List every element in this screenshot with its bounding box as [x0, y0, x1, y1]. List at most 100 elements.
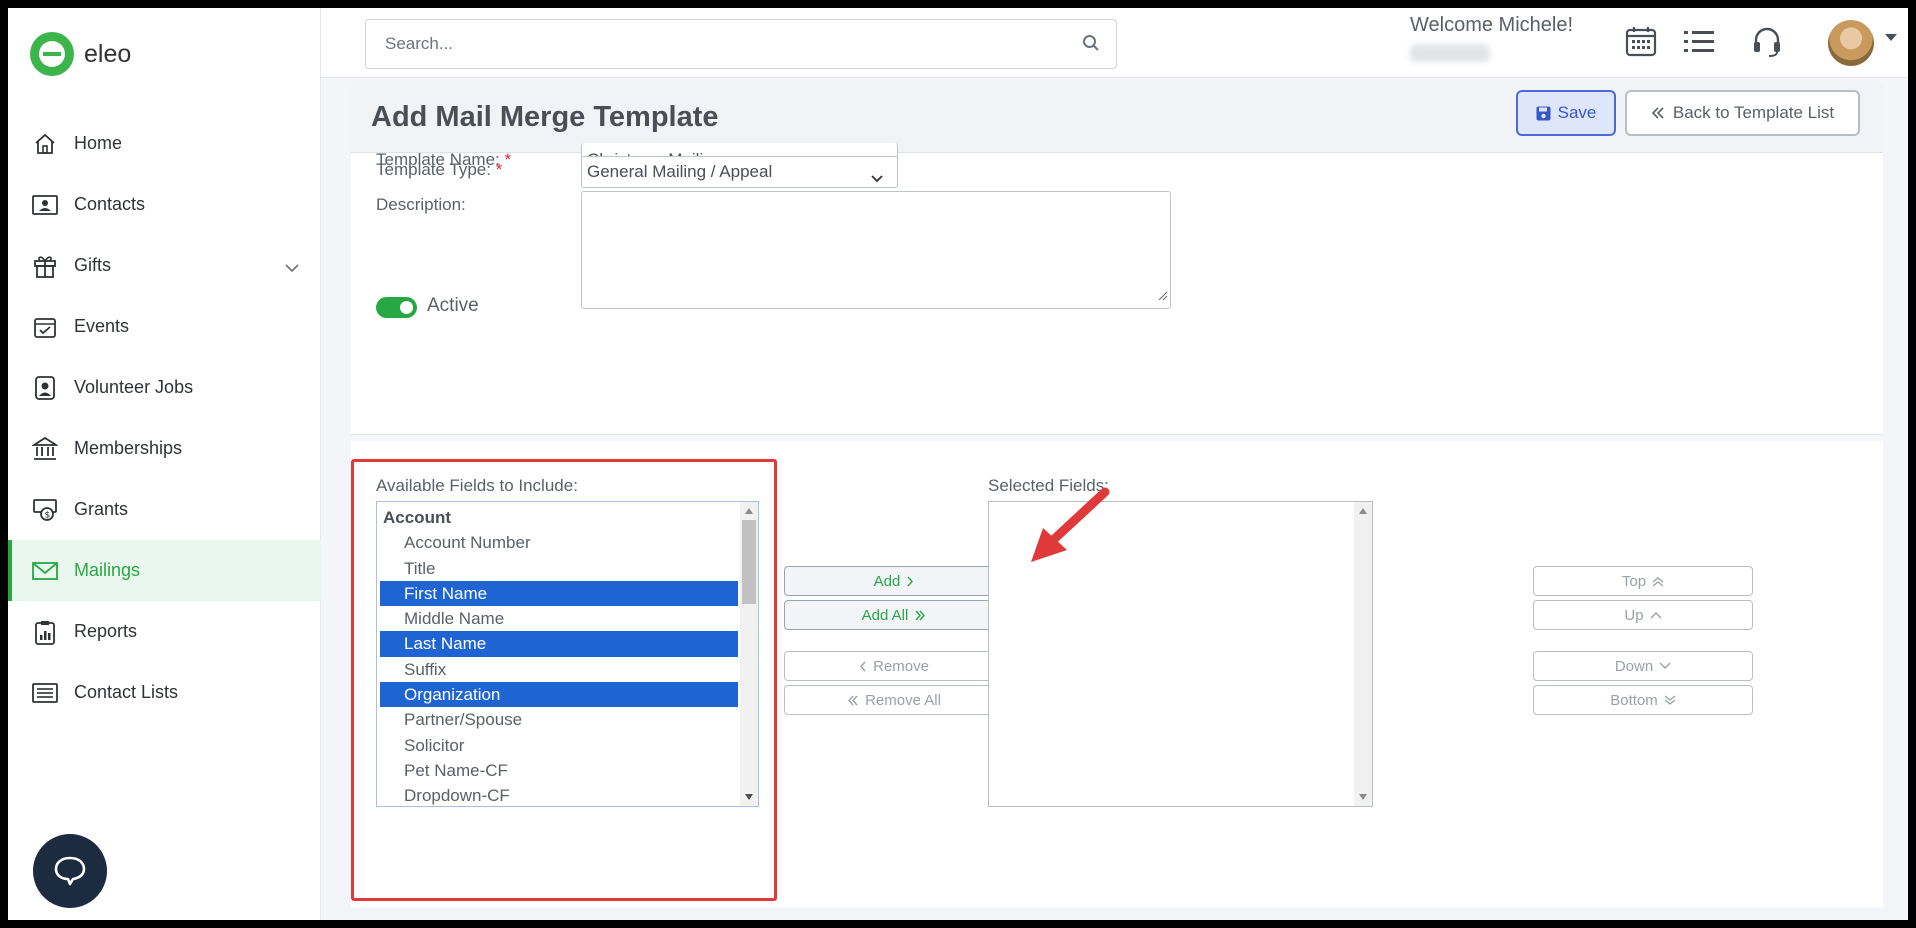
scroll-up-icon[interactable] — [1359, 508, 1367, 514]
down-button-label: Down — [1614, 657, 1654, 675]
add-all-button[interactable]: Add All — [784, 600, 1004, 630]
sidebar-item-volunteer-jobs[interactable]: Volunteer Jobs — [8, 357, 321, 418]
template-details-form: Template Name: * Christmas Mailing Templ… — [351, 143, 1883, 435]
double-chevron-right-icon — [915, 610, 926, 620]
field-option[interactable]: Partner/Spouse — [380, 707, 738, 732]
logo[interactable]: eleo — [30, 32, 131, 76]
red-arrow-annotation — [1031, 487, 1110, 562]
sidebar-nav: Home Contacts Gifts Events Volunteer Jobs Mem… — [8, 113, 321, 723]
sidebar-item-grants[interactable]: $ Grants — [8, 479, 321, 540]
search-box — [365, 19, 1117, 69]
field-option[interactable]: Title — [380, 556, 738, 581]
gift-icon — [30, 252, 60, 280]
field-option[interactable]: Last Name — [380, 631, 738, 657]
save-button-label: Save — [1557, 103, 1597, 122]
scroll-thumb[interactable] — [742, 520, 756, 604]
sidebar-item-gifts[interactable]: Gifts — [8, 235, 321, 296]
list-icon — [30, 679, 60, 707]
calendar-check-icon — [30, 313, 60, 341]
search-input[interactable] — [366, 20, 1046, 68]
app-window: eleo Home Contacts Gifts Events Volunteer Jo… — [8, 8, 1908, 920]
field-option[interactable]: Suffix — [380, 657, 738, 682]
calendar-icon[interactable] — [1624, 24, 1658, 63]
remove-button-label: Remove — [873, 657, 929, 675]
sidebar-item-label: Mailings — [74, 560, 141, 580]
available-fields-options: Account Account Number Title First Name Midd… — [380, 505, 738, 806]
chevron-up-icon — [1650, 612, 1662, 619]
brand-name: eleo — [84, 39, 132, 68]
page-title: Add Mail Merge Template — [371, 101, 719, 133]
up-button-label: Up — [1624, 606, 1644, 624]
move-up-button[interactable]: Up — [1533, 600, 1753, 630]
sidebar-item-label: Gifts — [74, 255, 112, 275]
page-header: Add Mail Merge Template Save Back to Tem… — [351, 83, 1883, 153]
template-type-label-text: Template Type: * — [376, 160, 503, 179]
add-button[interactable]: Add — [784, 566, 1004, 596]
field-option[interactable]: Dropdown-CF — [380, 783, 738, 806]
sidebar-item-contacts[interactable]: Contacts — [8, 174, 321, 235]
back-to-template-list-button[interactable]: Back to Template List — [1625, 90, 1860, 136]
move-bottom-button[interactable]: Bottom — [1533, 685, 1753, 715]
double-chevron-left-icon — [848, 695, 858, 705]
remove-all-button-label: Remove All — [865, 691, 941, 709]
home-icon — [30, 130, 60, 158]
chevron-down-icon — [871, 168, 883, 188]
field-option[interactable]: First Name — [380, 580, 738, 607]
field-option[interactable]: Account Number — [380, 530, 738, 555]
sidebar-item-home[interactable]: Home — [8, 113, 321, 174]
field-option[interactable]: Solicitor — [380, 733, 738, 758]
scroll-down-icon[interactable] — [1359, 794, 1367, 800]
add-button-label: Add — [873, 572, 901, 590]
save-button[interactable]: Save — [1516, 90, 1616, 136]
active-toggle[interactable] — [376, 297, 417, 318]
template-type-select[interactable]: General Mailing / Appeal — [581, 156, 898, 188]
sidebar-item-contact-lists[interactable]: Contact Lists — [8, 662, 321, 723]
sidebar-item-label: Memberships — [74, 438, 183, 458]
clipboard-chart-icon — [30, 618, 60, 646]
scroll-down-icon[interactable] — [745, 794, 753, 800]
resize-handle-icon[interactable] — [1158, 288, 1168, 306]
double-chevron-down-icon — [1664, 694, 1676, 705]
available-fields-scrollbar[interactable] — [740, 502, 758, 806]
double-chevron-left-icon — [1651, 107, 1664, 119]
sidebar-item-memberships[interactable]: Memberships — [8, 418, 321, 479]
move-down-button[interactable]: Down — [1533, 651, 1753, 681]
description-label: Description: — [376, 195, 466, 214]
sidebar-item-label: Grants — [74, 499, 129, 519]
field-option[interactable]: Middle Name — [380, 606, 738, 631]
headset-support-icon[interactable] — [1752, 26, 1782, 63]
sidebar: eleo Home Contacts Gifts Events Volunteer Jo… — [8, 8, 321, 920]
user-menu-caret-icon[interactable] — [1885, 34, 1897, 41]
chat-launcher-button[interactable] — [33, 834, 107, 908]
option-group-label: Account — [383, 508, 451, 527]
chat-bubble-icon — [54, 856, 86, 886]
remove-button[interactable]: Remove — [784, 651, 1004, 681]
svg-text:$: $ — [45, 510, 51, 520]
available-fields-list[interactable]: Account Account Number Title First Name Midd… — [376, 501, 759, 807]
eleo-logo-icon — [30, 32, 74, 76]
task-list-icon[interactable] — [1683, 28, 1715, 61]
sidebar-item-mailings[interactable]: Mailings — [8, 540, 321, 601]
badge-icon — [30, 374, 60, 402]
field-option[interactable]: Organization — [380, 682, 738, 708]
field-option[interactable]: Pet Name-CF — [380, 758, 738, 783]
floppy-disk-icon — [1536, 106, 1551, 120]
sidebar-item-label: Contacts — [74, 194, 146, 214]
description-textarea[interactable] — [581, 191, 1171, 309]
welcome-message: Welcome Michele! — [1410, 14, 1574, 36]
chevron-down-icon[interactable] — [285, 257, 299, 278]
sidebar-item-reports[interactable]: Reports — [8, 601, 321, 662]
remove-all-button[interactable]: Remove All — [784, 685, 1004, 715]
sidebar-item-events[interactable]: Events — [8, 296, 321, 357]
envelope-icon — [30, 557, 60, 585]
search-icon[interactable] — [1082, 34, 1100, 57]
field-selection-panel: Available Fields to Include: Account Acco… — [351, 441, 1883, 907]
selected-fields-scrollbar[interactable] — [1354, 502, 1372, 806]
bottom-button-label: Bottom — [1610, 691, 1658, 709]
move-top-button[interactable]: Top — [1533, 566, 1753, 596]
user-avatar[interactable] — [1828, 20, 1874, 66]
back-button-label: Back to Template List — [1672, 103, 1835, 122]
scroll-up-icon[interactable] — [745, 508, 753, 514]
blurred-org-name — [1410, 44, 1490, 62]
sidebar-item-label: Volunteer Jobs — [74, 377, 194, 397]
